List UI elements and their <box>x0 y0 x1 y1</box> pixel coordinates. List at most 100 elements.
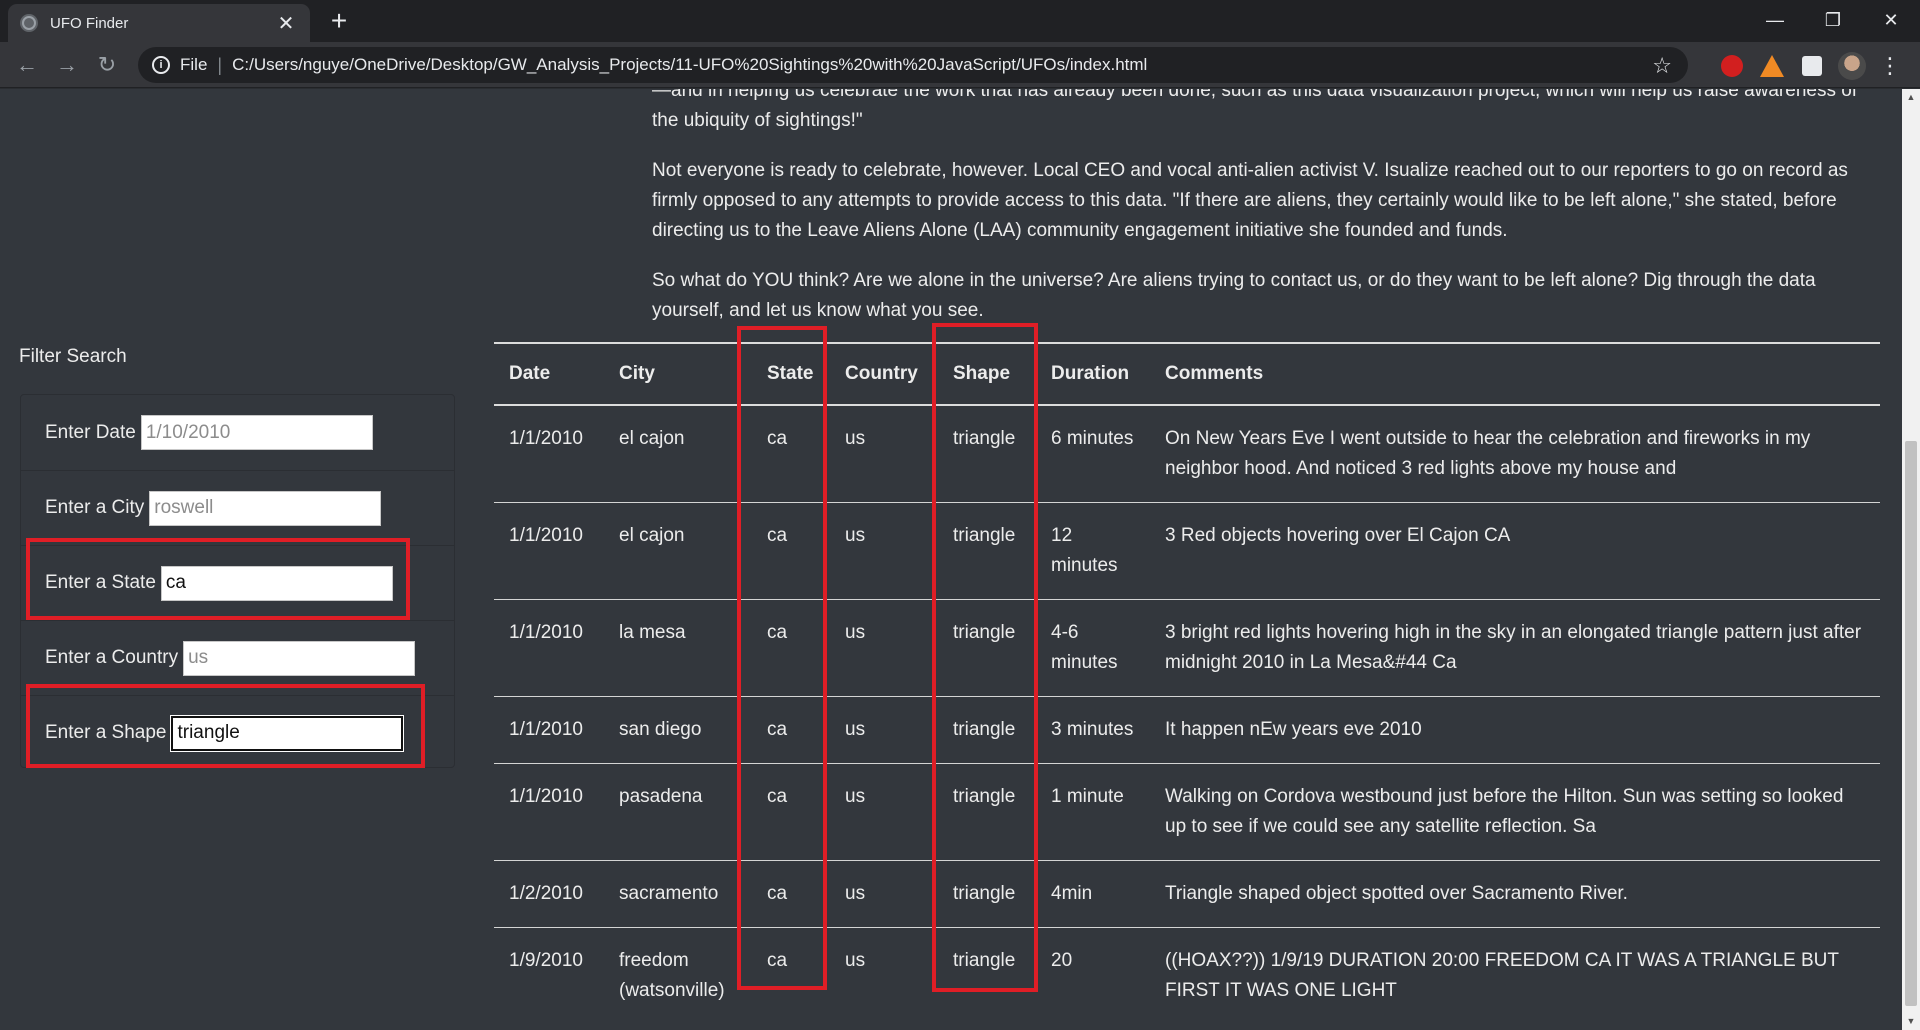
city-input[interactable] <box>149 490 382 526</box>
restore-icon[interactable]: ❐ <box>1804 0 1862 40</box>
header-state: State <box>752 342 830 406</box>
date-input[interactable] <box>140 415 373 450</box>
cell-state: ca <box>752 763 830 861</box>
cell-city: freedom (watsonville) <box>619 950 725 1001</box>
cell-city: el cajon <box>604 502 752 600</box>
cell-city: el cajon <box>604 405 752 503</box>
cell-shape: triangle <box>953 950 1016 971</box>
cell-date: 1/1/2010 <box>494 405 604 503</box>
filter-row-state: Enter a State <box>21 545 454 620</box>
cell-duration: 1 minute <box>1036 763 1150 861</box>
cell-state: ca <box>767 950 788 971</box>
cell-country: us <box>830 860 938 928</box>
scrollbar-thumb[interactable] <box>1905 441 1917 1006</box>
cell-comments: Triangle shaped object spotted over Sacr… <box>1150 860 1880 928</box>
header-country: Country <box>830 342 938 406</box>
globe-icon <box>20 14 38 32</box>
url-text[interactable]: C:/Users/nguye/OneDrive/Desktop/GW_Analy… <box>232 55 1147 75</box>
cell-city: san diego <box>604 696 752 764</box>
cell-comments: Walking on Cordova westbound just before… <box>1150 763 1880 861</box>
cell-shape: triangle <box>938 696 1036 764</box>
filter-row-city: Enter a City <box>21 470 454 545</box>
header-city: City <box>604 342 752 406</box>
cell-country: us <box>830 696 938 764</box>
cell-date: 1/2/2010 <box>494 860 604 928</box>
state-label: Enter a State <box>45 572 156 593</box>
cell-shape: triangle <box>938 763 1036 861</box>
cell-city: sacramento <box>604 860 752 928</box>
new-tab-button[interactable]: + <box>322 6 356 38</box>
forward-icon[interactable]: → <box>50 48 84 82</box>
extension-orange-icon[interactable] <box>1758 52 1786 80</box>
cell-state: ca <box>752 599 830 697</box>
cell-city: la mesa <box>604 599 752 697</box>
cell-date: 1/1/2010 <box>494 599 604 697</box>
cell-comments: On New Years Eve I went outside to hear … <box>1150 405 1880 503</box>
cell-date: 1/1/2010 <box>494 696 604 764</box>
avatar[interactable] <box>1838 52 1866 80</box>
cell-country: us <box>830 599 938 697</box>
vertical-scrollbar[interactable]: ▲ ▼ <box>1902 89 1920 1030</box>
reload-icon[interactable]: ↻ <box>90 48 124 82</box>
cell-state: ca <box>752 860 830 928</box>
scroll-down-icon[interactable]: ▼ <box>1902 1013 1920 1030</box>
table-row: 1/1/2010 san diego ca us triangle 3 minu… <box>494 696 1880 764</box>
city-label: Enter a City <box>45 497 145 518</box>
header-duration: Duration <box>1036 342 1150 406</box>
story-paragraph: So what do YOU think? Are we alone in th… <box>652 270 1816 321</box>
cell-shape: triangle <box>938 599 1036 697</box>
extensions-puzzle-icon[interactable] <box>1798 52 1826 80</box>
extension-red-icon[interactable] <box>1718 52 1746 80</box>
back-icon[interactable]: ← <box>10 48 44 82</box>
cell-duration: 4min <box>1036 860 1150 928</box>
date-label: Enter Date <box>45 421 136 443</box>
header-shape: Shape <box>938 342 1036 406</box>
cell-duration: 6 minutes <box>1036 405 1150 503</box>
cell-country: us <box>830 763 938 861</box>
cell-city: pasadena <box>604 763 752 861</box>
header-date: Date <box>494 342 604 406</box>
cell-country: us <box>830 502 938 600</box>
browser-tab-bar: UFO Finder ✕ + — ❐ ✕ <box>0 0 1920 42</box>
cell-comments: 3 bright red lights hovering high in the… <box>1150 599 1880 697</box>
browser-toolbar: ← → ↻ i File | C:/Users/nguye/OneDrive/D… <box>0 42 1920 88</box>
scroll-up-icon[interactable]: ▲ <box>1902 89 1920 106</box>
address-bar[interactable]: i File | C:/Users/nguye/OneDrive/Desktop… <box>138 47 1688 83</box>
menu-kebab-icon[interactable]: ⋮ <box>1876 52 1904 80</box>
cell-comments: It happen nEw years eve 2010 <box>1150 696 1880 764</box>
state-input[interactable] <box>160 565 393 601</box>
shape-input[interactable] <box>171 715 404 751</box>
tab-title: UFO Finder <box>50 14 129 32</box>
window-close-icon[interactable]: ✕ <box>1862 0 1920 40</box>
cell-duration: 4-6 minutes <box>1036 599 1150 697</box>
info-icon[interactable]: i <box>152 56 170 74</box>
cell-comments: ((HOAX??)) 1/9/19 DURATION 20:00 FREEDOM… <box>1165 950 1839 1001</box>
cell-state: ca <box>752 405 830 503</box>
shape-label: Enter a Shape <box>45 722 167 743</box>
cell-date: 1/1/2010 <box>494 502 604 600</box>
scheme-label: File <box>180 55 208 74</box>
filter-row-date: Enter Date <box>21 395 454 470</box>
filter-row-shape: Enter a Shape <box>21 695 454 770</box>
header-comments: Comments <box>1150 342 1880 406</box>
cell-duration: 12 minutes <box>1036 502 1150 600</box>
cell-state: ca <box>752 502 830 600</box>
table-row: 1/1/2010 la mesa ca us triangle 4-6 minu… <box>494 599 1880 697</box>
story-paragraph: Not everyone is ready to celebrate, howe… <box>652 160 1848 241</box>
table-row: 1/1/2010 el cajon ca us triangle 12 minu… <box>494 502 1880 600</box>
filter-panel: Enter Date Enter a City Enter a State En… <box>20 394 455 768</box>
bookmark-star-icon[interactable]: ☆ <box>1652 53 1672 79</box>
table-header-row: Date City State Country Shape Duration C… <box>494 342 1880 406</box>
close-tab-icon[interactable]: ✕ <box>274 11 298 36</box>
address-separator: | <box>217 54 223 75</box>
minimize-icon[interactable]: — <box>1746 0 1804 40</box>
filter-row-country: Enter a Country <box>21 620 454 695</box>
country-input[interactable] <box>183 640 416 676</box>
browser-tab[interactable]: UFO Finder ✕ <box>8 4 310 42</box>
page-content: —and in helping us celebrate the work th… <box>0 89 1902 1030</box>
cell-state: ca <box>752 696 830 764</box>
cell-comments: 3 Red objects hovering over El Cajon CA <box>1150 502 1880 600</box>
cell-duration: 3 minutes <box>1036 696 1150 764</box>
cell-date: 1/1/2010 <box>494 763 604 861</box>
cell-country: us <box>845 950 866 971</box>
